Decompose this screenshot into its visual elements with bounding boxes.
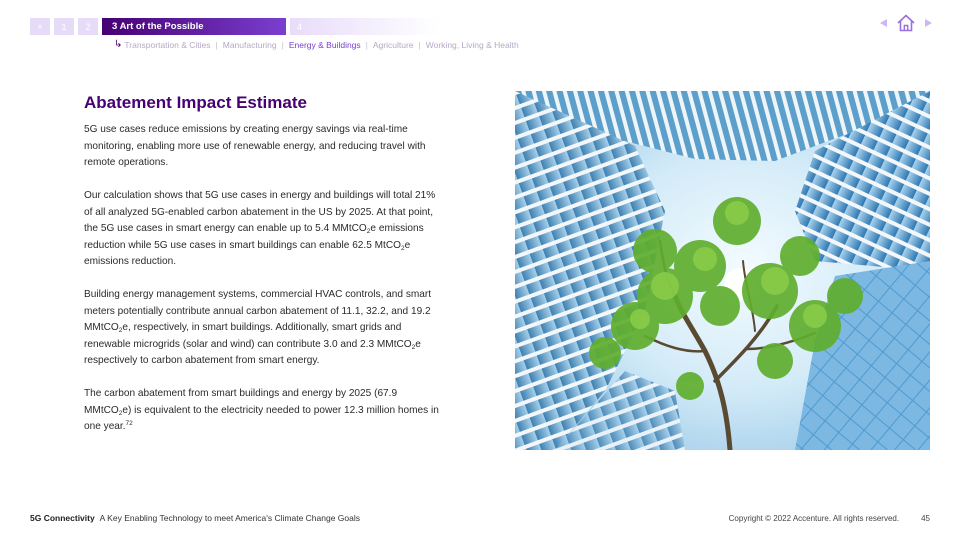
subnav-separator: | [215, 39, 218, 50]
paragraph-calculation: Our calculation shows that 5G use cases … [84, 188, 444, 271]
text-run: e) is equivalent to the electricity need… [84, 404, 439, 433]
text-run: e, respectively, in smart buildings. Add… [84, 322, 412, 350]
subnav-transportation[interactable]: Transportation & Cities [124, 40, 210, 50]
home-icon[interactable] [896, 13, 916, 33]
paragraph-systems: Building energy management systems, comm… [84, 287, 444, 370]
subsection-nav: ↳ Transportation & Cities | Manufacturin… [114, 39, 519, 50]
tab-4[interactable]: 4 [290, 18, 440, 35]
tree-buildings-photo [515, 91, 930, 450]
page-number: 45 [921, 514, 930, 523]
subnav-working-living-health[interactable]: Working, Living & Health [426, 40, 519, 50]
subnav-separator: | [418, 39, 421, 50]
next-page-icon[interactable] [925, 19, 932, 27]
subnav-separator: | [281, 39, 284, 50]
page-controls [880, 13, 932, 33]
page-title: Abatement Impact Estimate [84, 93, 307, 112]
tab-3-active[interactable]: 3 Art of the Possible [102, 18, 286, 35]
corner-arrow-icon: ↳ [114, 39, 123, 50]
footer-brand: 5G Connectivity [30, 513, 95, 523]
body-text: 5G use cases reduce emissions by creatin… [84, 122, 444, 452]
footer-title: 5G Connectivity A Key Enabling Technolog… [30, 513, 360, 523]
previous-page-icon[interactable] [880, 19, 887, 27]
subnav-energy-buildings[interactable]: Energy & Buildings [289, 40, 361, 50]
tab-2[interactable]: 2 [78, 18, 98, 35]
copyright-text: Copyright © 2022 Accenture. All rights r… [728, 514, 900, 523]
tab-1[interactable]: 1 [54, 18, 74, 35]
footnote-reference[interactable]: 72 [126, 420, 133, 427]
section-nav: + 1 2 3 Art of the Possible 4 [30, 18, 444, 35]
subnav-separator: | [365, 39, 368, 50]
tab-intro[interactable]: + [30, 18, 50, 35]
paragraph-intro: 5G use cases reduce emissions by creatin… [84, 124, 426, 168]
subnav-manufacturing[interactable]: Manufacturing [223, 40, 277, 50]
subnav-agriculture[interactable]: Agriculture [373, 40, 414, 50]
footer-subtitle: A Key Enabling Technology to meet Americ… [99, 513, 361, 523]
footer-meta: Copyright © 2022 Accenture. All rights r… [729, 514, 930, 523]
photo-illustration [515, 91, 930, 450]
paragraph-equivalence: The carbon abatement from smart building… [84, 386, 444, 436]
